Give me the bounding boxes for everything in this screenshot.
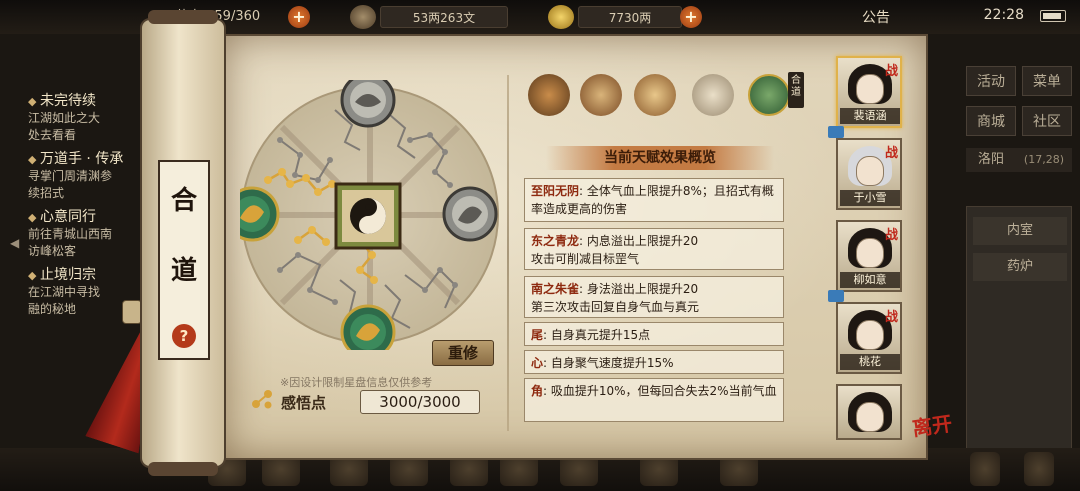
notice-button[interactable]: 公告	[862, 7, 890, 27]
effect-text: 吸血提升10%，但每回合失去2%当前气血	[550, 384, 777, 398]
nav-extra-icon[interactable]	[970, 452, 1000, 486]
effects-banner: 当前天赋效果概览	[546, 146, 774, 170]
effect-row: 心: 自身聚气速度提升15%	[524, 350, 784, 374]
character-card[interactable]: 战 于小雪	[836, 138, 902, 210]
star-map-graphic	[240, 80, 499, 350]
effect-name: 尾	[531, 328, 544, 342]
clock: 22:28	[983, 7, 1024, 23]
list-item-furnace[interactable]: 药炉	[973, 253, 1067, 281]
scroll-title-label: 合 道 ?	[158, 160, 210, 360]
location-list-panel: 内室 药炉	[966, 206, 1072, 456]
leave-button[interactable]: 离开	[910, 407, 954, 441]
character-portrait	[856, 402, 884, 432]
character-card[interactable]: 战 桃花	[836, 302, 902, 374]
effect-name: 东之青龙	[531, 234, 580, 248]
effect-name: 至阳无阴	[531, 184, 580, 198]
battery-icon	[1040, 10, 1066, 22]
character-portrait	[856, 238, 884, 268]
battle-tag: 战	[884, 310, 898, 325]
character-portrait	[856, 320, 884, 350]
silver-icon	[548, 5, 574, 29]
effect-text: 自身聚气速度提升15%	[550, 356, 674, 370]
character-name: 柳如意	[840, 272, 900, 288]
effect-row: 至阳无阴: 全体气血上限提升8%；且招式有概率造成更高的伤害	[524, 178, 784, 222]
help-icon[interactable]: ?	[172, 324, 196, 348]
effect-name: 心	[531, 356, 544, 370]
chevron-left-icon[interactable]: ◀	[10, 236, 19, 250]
nav-extra-icon[interactable]	[1024, 452, 1054, 486]
rebuild-button[interactable]: 重修	[432, 340, 494, 366]
star-map	[240, 80, 500, 350]
insight-icon	[252, 390, 272, 409]
location-bar[interactable]: 洛阳 (17,28)	[966, 148, 1072, 172]
silver-amount: 7730两	[578, 6, 682, 28]
effect-row: 南之朱雀: 身法溢出上限提升20 第三次攻击回复自身气血与真元	[524, 276, 784, 318]
character-portrait	[856, 74, 884, 104]
scroll-title-char: 道	[170, 256, 197, 286]
effect-row: 尾: 自身真元提升15点	[524, 322, 784, 346]
menu-activity-button[interactable]: 活动	[966, 66, 1016, 96]
effect-row: 角: 吸血提升10%，但每回合失去2%当前气血	[524, 378, 784, 422]
effect-row: 东之青龙: 内息溢出上限提升20 攻击可削减目标罡气	[524, 228, 784, 270]
menu-shop-button[interactable]: 商城	[966, 106, 1016, 136]
menu-community-button[interactable]: 社区	[1022, 106, 1072, 136]
character-portrait	[856, 156, 884, 186]
scroll-title-char: 合	[170, 186, 197, 216]
disclaimer-note: ※因设计限制星盘信息仅供参考	[280, 376, 433, 389]
scroll-talent-icon[interactable]	[580, 74, 622, 116]
location-name: 洛阳	[978, 152, 1005, 167]
location-coords: (17,28)	[1023, 153, 1064, 166]
hat-talent-icon[interactable]	[528, 74, 570, 116]
character-name: 裴语涵	[840, 108, 900, 124]
character-card[interactable]: 战 柳如意	[836, 220, 902, 292]
silver-plus-icon[interactable]: +	[680, 6, 702, 28]
scroll-roller: 合 道 ?	[140, 10, 226, 476]
talent-tag: 合道	[788, 72, 804, 108]
body-talent-icon[interactable]	[692, 74, 734, 116]
character-card[interactable]	[836, 384, 902, 440]
character-name: 于小雪	[840, 190, 900, 206]
list-item-inner-room[interactable]: 内室	[973, 217, 1067, 245]
tassel-bead	[122, 300, 142, 324]
south-dragon-medallion-icon[interactable]	[340, 304, 396, 350]
copper-amount: 53两263文	[380, 6, 508, 28]
insight-points-label: 感悟点	[281, 394, 327, 412]
dragon-talent-icon[interactable]	[748, 74, 790, 116]
effect-name: 角	[531, 384, 544, 398]
west-dragon-medallion-icon[interactable]	[240, 186, 280, 242]
copper-icon	[350, 5, 376, 29]
battle-tag: 战	[884, 64, 898, 79]
menu-main-button[interactable]: 菜单	[1022, 66, 1072, 96]
rank-badge	[828, 126, 844, 138]
bagua-talent-icon[interactable]	[634, 74, 676, 116]
effect-name: 南之朱雀	[531, 282, 580, 296]
insight-points-value: 3000/3000	[360, 390, 480, 414]
panel-divider	[507, 75, 509, 431]
yin-yang-icon[interactable]	[334, 182, 402, 250]
rank-badge	[828, 290, 844, 302]
character-name: 桃花	[840, 354, 900, 370]
effect-text: 自身真元提升15点	[550, 328, 651, 342]
battle-tag: 战	[884, 146, 898, 161]
character-card[interactable]: 战 裴语涵	[836, 56, 902, 128]
north-medallion-icon[interactable]	[340, 80, 396, 128]
battle-tag: 战	[884, 228, 898, 243]
stamina-plus-icon[interactable]: +	[288, 6, 310, 28]
east-medallion-icon[interactable]	[442, 186, 498, 242]
